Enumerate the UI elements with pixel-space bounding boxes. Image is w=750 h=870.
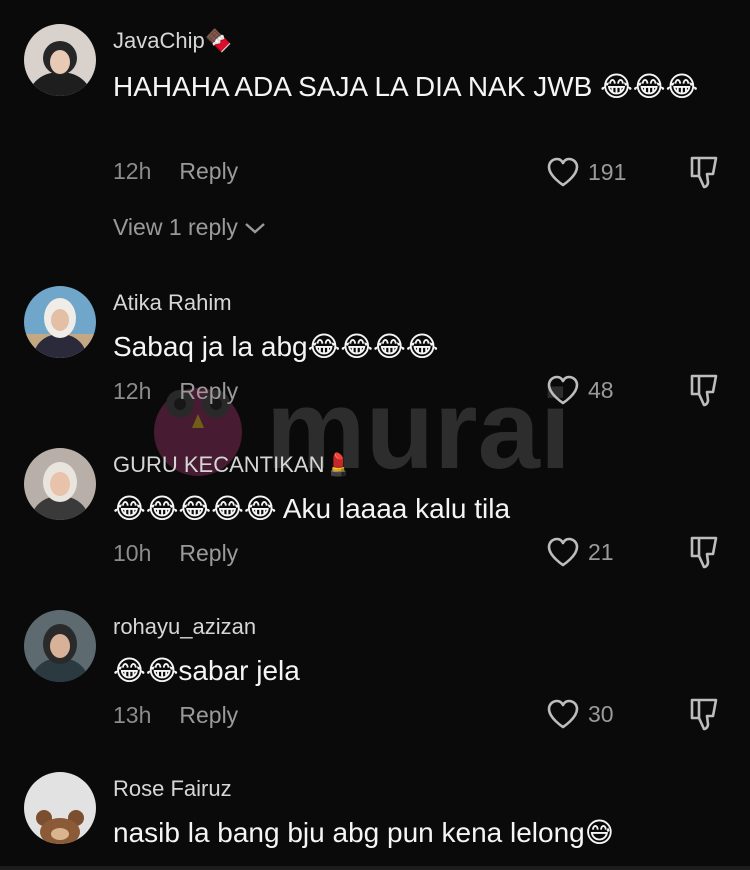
comment-meta: 10h Reply (113, 540, 238, 567)
like-button[interactable]: 191 (546, 154, 626, 190)
reply-button[interactable]: Reply (179, 158, 238, 184)
comment-meta: 12h Reply (113, 378, 238, 405)
heart-outline-icon (547, 699, 579, 729)
comment-time: 13h (113, 702, 152, 728)
comment-username[interactable]: GURU KECANTIKAN💄 (113, 452, 352, 478)
comment-username[interactable]: Rose Fairuz (113, 776, 232, 802)
chocolate-emoji: 🍫 (204, 29, 233, 54)
bottom-divider (0, 866, 750, 870)
comment-text: nasib la bang bju abg pun kena lelong😅 (113, 817, 614, 848)
comment-text: 😂😂sabar jela (113, 655, 300, 686)
reply-button[interactable]: Reply (179, 540, 238, 566)
avatar[interactable] (24, 772, 96, 844)
heart-outline-icon (547, 375, 579, 405)
comment-username[interactable]: Atika Rahim (113, 290, 232, 316)
comment-time: 12h (113, 158, 152, 184)
comment-text: Sabaq ja la abg😂😂😂😂 (113, 331, 439, 362)
thumbs-down-icon[interactable] (686, 534, 722, 570)
reply-button[interactable]: Reply (179, 702, 238, 728)
thumbs-down-icon[interactable] (686, 372, 722, 408)
like-button[interactable]: 30 (546, 696, 614, 732)
comment-username[interactable]: rohayu_azizan (113, 614, 256, 640)
lipstick-emoji: 💄 (324, 453, 352, 478)
avatar[interactable] (24, 610, 96, 682)
comment-time: 10h (113, 540, 152, 566)
like-button[interactable]: 48 (546, 372, 614, 408)
comment-meta: 13h Reply (113, 702, 238, 729)
avatar[interactable] (24, 286, 96, 358)
comment-username[interactable]: JavaChip🍫 (113, 28, 232, 54)
thumbs-down-icon[interactable] (686, 154, 722, 190)
comment-text: HAHAHA ADA SAJA LA DIA NAK JWB 😂😂😂 (113, 71, 699, 102)
comment-text: 😂😂😂😂😂 Aku laaaa kalu tila (113, 493, 511, 524)
heart-outline-icon (547, 157, 579, 187)
view-replies-button[interactable]: View 1 reply (113, 214, 266, 241)
thumbs-down-icon[interactable] (686, 696, 722, 732)
reply-button[interactable]: Reply (179, 378, 238, 404)
avatar[interactable] (24, 448, 96, 520)
like-count: 191 (588, 158, 627, 185)
comment-time: 12h (113, 378, 152, 404)
like-button[interactable]: 21 (546, 534, 614, 570)
like-count: 48 (588, 376, 614, 403)
like-count: 21 (588, 538, 614, 565)
avatar[interactable] (24, 24, 96, 96)
comment-meta: 12h Reply (113, 158, 238, 185)
like-count: 30 (588, 700, 614, 727)
heart-outline-icon (547, 537, 579, 567)
chevron-down-icon (245, 222, 265, 234)
